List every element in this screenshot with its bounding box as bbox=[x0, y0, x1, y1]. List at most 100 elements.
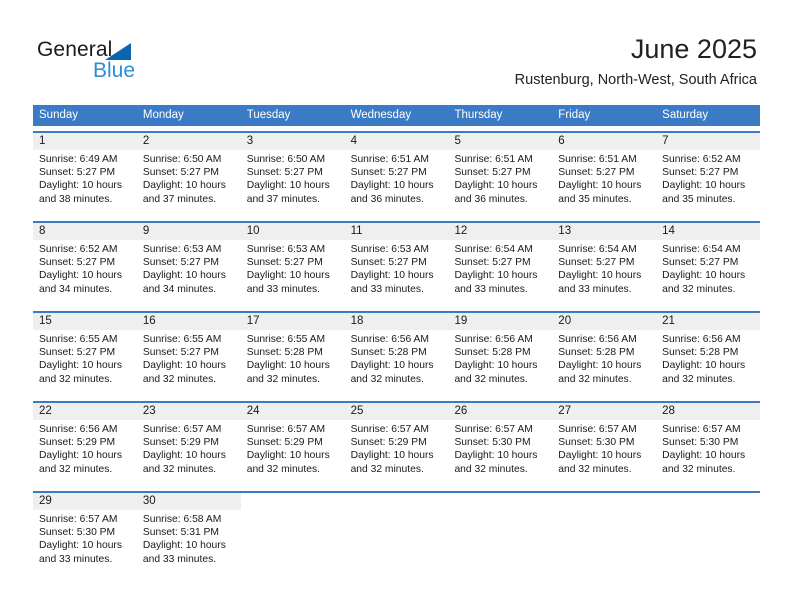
day-info: Sunrise: 6:52 AM Sunset: 5:27 PM Dayligh… bbox=[656, 150, 760, 206]
day-cell[interactable]: 17 Sunrise: 6:55 AM Sunset: 5:28 PM Dayl… bbox=[240, 313, 345, 396]
daylight-text-line2: and 37 minutes. bbox=[142, 193, 217, 205]
day-number: 8 bbox=[39, 225, 46, 237]
day-cell[interactable]: 6 Sunrise: 6:51 AM Sunset: 5:27 PM Dayli… bbox=[552, 133, 657, 216]
day-number-bar bbox=[656, 493, 761, 510]
day-cell[interactable]: 14 Sunrise: 6:54 AM Sunset: 5:27 PM Dayl… bbox=[656, 223, 761, 306]
day-number-bar: 19 bbox=[448, 313, 553, 330]
day-cell[interactable]: 20 Sunrise: 6:56 AM Sunset: 5:28 PM Dayl… bbox=[552, 313, 657, 396]
day-cell[interactable]: 4 Sunrise: 6:51 AM Sunset: 5:27 PM Dayli… bbox=[344, 133, 449, 216]
sunrise-text: Sunrise: 6:54 AM bbox=[454, 244, 533, 255]
day-cell[interactable]: 11 Sunrise: 6:53 AM Sunset: 5:27 PM Dayl… bbox=[344, 223, 449, 306]
calendar-page: General Blue June 2025 Rustenburg, North… bbox=[0, 0, 792, 612]
sunset-text: Sunset: 5:28 PM bbox=[558, 347, 635, 359]
daylight-text-line2: and 32 minutes. bbox=[39, 373, 113, 385]
sunrise-text: Sunrise: 6:57 AM bbox=[142, 424, 222, 435]
sunset-text: Sunset: 5:27 PM bbox=[662, 167, 739, 179]
day-info: Sunrise: 6:57 AM Sunset: 5:30 PM Dayligh… bbox=[656, 420, 760, 476]
daylight-text-line2: and 32 minutes. bbox=[662, 283, 736, 295]
day-number: 2 bbox=[142, 135, 150, 147]
day-cell[interactable]: 2 Sunrise: 6:50 AM Sunset: 5:27 PM Dayli… bbox=[136, 133, 241, 216]
daylight-text-line2: and 33 minutes. bbox=[142, 553, 217, 565]
day-cell[interactable]: 30 Sunrise: 6:58 AM Sunset: 5:31 PM Dayl… bbox=[136, 493, 241, 576]
sunset-text: Sunset: 5:27 PM bbox=[350, 167, 427, 179]
daylight-text-line2: and 32 minutes. bbox=[454, 463, 528, 475]
day-cell[interactable]: 28 Sunrise: 6:57 AM Sunset: 5:30 PM Dayl… bbox=[656, 403, 761, 486]
sunrise-text: Sunrise: 6:57 AM bbox=[558, 424, 637, 435]
day-cell[interactable]: 16 Sunrise: 6:55 AM Sunset: 5:27 PM Dayl… bbox=[136, 313, 241, 396]
day-number: 4 bbox=[350, 135, 357, 147]
daylight-text-line2: and 32 minutes. bbox=[142, 463, 217, 475]
sunrise-text: Sunrise: 6:57 AM bbox=[246, 424, 326, 435]
sunrise-text: Sunrise: 6:58 AM bbox=[142, 514, 222, 525]
sunset-text: Sunset: 5:27 PM bbox=[246, 257, 323, 269]
day-number-bar: 16 bbox=[136, 313, 241, 330]
sunset-text: Sunset: 5:28 PM bbox=[454, 347, 531, 359]
sunset-text: Sunset: 5:30 PM bbox=[558, 437, 635, 449]
day-info: Sunrise: 6:57 AM Sunset: 5:30 PM Dayligh… bbox=[448, 420, 552, 476]
daylight-text-line2: and 32 minutes. bbox=[246, 463, 320, 475]
weekday-header-saturday: Saturday bbox=[662, 109, 709, 121]
day-cell[interactable]: 23 Sunrise: 6:57 AM Sunset: 5:29 PM Dayl… bbox=[136, 403, 241, 486]
day-cell[interactable]: 1 Sunrise: 6:49 AM Sunset: 5:27 PM Dayli… bbox=[33, 133, 137, 216]
day-number-bar: 10 bbox=[240, 223, 345, 240]
day-cell[interactable]: 13 Sunrise: 6:54 AM Sunset: 5:27 PM Dayl… bbox=[552, 223, 657, 306]
day-info: Sunrise: 6:53 AM Sunset: 5:27 PM Dayligh… bbox=[137, 240, 241, 296]
page-title: June 2025 bbox=[630, 34, 757, 64]
day-cell[interactable]: 3 Sunrise: 6:50 AM Sunset: 5:27 PM Dayli… bbox=[240, 133, 345, 216]
sunrise-text: Sunrise: 6:56 AM bbox=[558, 334, 637, 345]
day-number-bar: 21 bbox=[656, 313, 761, 330]
sunset-text: Sunset: 5:28 PM bbox=[246, 347, 323, 359]
day-cell[interactable]: 24 Sunrise: 6:57 AM Sunset: 5:29 PM Dayl… bbox=[240, 403, 345, 486]
sunrise-text: Sunrise: 6:55 AM bbox=[246, 334, 326, 345]
location-subtitle: Rustenburg, North-West, South Africa bbox=[514, 72, 757, 88]
day-number-bar bbox=[448, 493, 553, 510]
day-number-bar: 17 bbox=[240, 313, 345, 330]
day-cell-empty bbox=[552, 493, 657, 576]
day-cell[interactable]: 15 Sunrise: 6:55 AM Sunset: 5:27 PM Dayl… bbox=[33, 313, 137, 396]
daylight-text-line2: and 36 minutes. bbox=[350, 193, 424, 205]
day-info: Sunrise: 6:50 AM Sunset: 5:27 PM Dayligh… bbox=[137, 150, 241, 206]
daylight-text-line2: and 32 minutes. bbox=[350, 463, 424, 475]
daylight-text-line1: Daylight: 10 hours bbox=[454, 360, 538, 372]
day-cell[interactable]: 8 Sunrise: 6:52 AM Sunset: 5:27 PM Dayli… bbox=[33, 223, 137, 306]
sunrise-text: Sunrise: 6:56 AM bbox=[350, 334, 429, 345]
day-cell[interactable]: 12 Sunrise: 6:54 AM Sunset: 5:27 PM Dayl… bbox=[448, 223, 553, 306]
sunrise-text: Sunrise: 6:57 AM bbox=[39, 514, 118, 525]
day-number-bar: 27 bbox=[552, 403, 657, 420]
day-number-bar: 6 bbox=[552, 133, 657, 150]
daylight-text-line1: Daylight: 10 hours bbox=[39, 450, 122, 462]
daylight-text-line1: Daylight: 10 hours bbox=[662, 180, 746, 192]
day-info: Sunrise: 6:56 AM Sunset: 5:28 PM Dayligh… bbox=[552, 330, 656, 386]
day-number: 15 bbox=[39, 315, 52, 327]
day-cell[interactable]: 5 Sunrise: 6:51 AM Sunset: 5:27 PM Dayli… bbox=[448, 133, 553, 216]
day-cell[interactable]: 27 Sunrise: 6:57 AM Sunset: 5:30 PM Dayl… bbox=[552, 403, 657, 486]
day-info: Sunrise: 6:56 AM Sunset: 5:28 PM Dayligh… bbox=[656, 330, 760, 386]
day-cell[interactable]: 22 Sunrise: 6:56 AM Sunset: 5:29 PM Dayl… bbox=[33, 403, 137, 486]
day-info: Sunrise: 6:57 AM Sunset: 5:29 PM Dayligh… bbox=[345, 420, 449, 476]
daylight-text-line2: and 33 minutes. bbox=[39, 553, 113, 565]
day-cell[interactable]: 10 Sunrise: 6:53 AM Sunset: 5:27 PM Dayl… bbox=[240, 223, 345, 306]
day-info: Sunrise: 6:50 AM Sunset: 5:27 PM Dayligh… bbox=[241, 150, 345, 206]
day-number-bar: 7 bbox=[656, 133, 761, 150]
day-number-bar: 13 bbox=[552, 223, 657, 240]
sunrise-text: Sunrise: 6:51 AM bbox=[454, 154, 533, 165]
daylight-text-line1: Daylight: 10 hours bbox=[142, 540, 226, 552]
sunrise-text: Sunrise: 6:53 AM bbox=[142, 244, 222, 255]
day-number-bar bbox=[240, 493, 345, 510]
sunrise-text: Sunrise: 6:57 AM bbox=[350, 424, 429, 435]
daylight-text-line1: Daylight: 10 hours bbox=[350, 180, 434, 192]
day-number-bar: 25 bbox=[344, 403, 449, 420]
day-number: 25 bbox=[350, 405, 364, 417]
day-cell[interactable]: 26 Sunrise: 6:57 AM Sunset: 5:30 PM Dayl… bbox=[448, 403, 553, 486]
day-cell[interactable]: 19 Sunrise: 6:56 AM Sunset: 5:28 PM Dayl… bbox=[448, 313, 553, 396]
day-cell[interactable]: 7 Sunrise: 6:52 AM Sunset: 5:27 PM Dayli… bbox=[656, 133, 761, 216]
day-info: Sunrise: 6:54 AM Sunset: 5:27 PM Dayligh… bbox=[656, 240, 760, 296]
day-cell[interactable]: 21 Sunrise: 6:56 AM Sunset: 5:28 PM Dayl… bbox=[656, 313, 761, 396]
day-number: 18 bbox=[350, 315, 364, 327]
day-cell[interactable]: 29 Sunrise: 6:57 AM Sunset: 5:30 PM Dayl… bbox=[33, 493, 137, 576]
daylight-text-line2: and 34 minutes. bbox=[142, 283, 217, 295]
daylight-text-line1: Daylight: 10 hours bbox=[454, 270, 538, 282]
day-cell[interactable]: 18 Sunrise: 6:56 AM Sunset: 5:28 PM Dayl… bbox=[344, 313, 449, 396]
day-cell[interactable]: 9 Sunrise: 6:53 AM Sunset: 5:27 PM Dayli… bbox=[136, 223, 241, 306]
day-cell[interactable]: 25 Sunrise: 6:57 AM Sunset: 5:29 PM Dayl… bbox=[344, 403, 449, 486]
